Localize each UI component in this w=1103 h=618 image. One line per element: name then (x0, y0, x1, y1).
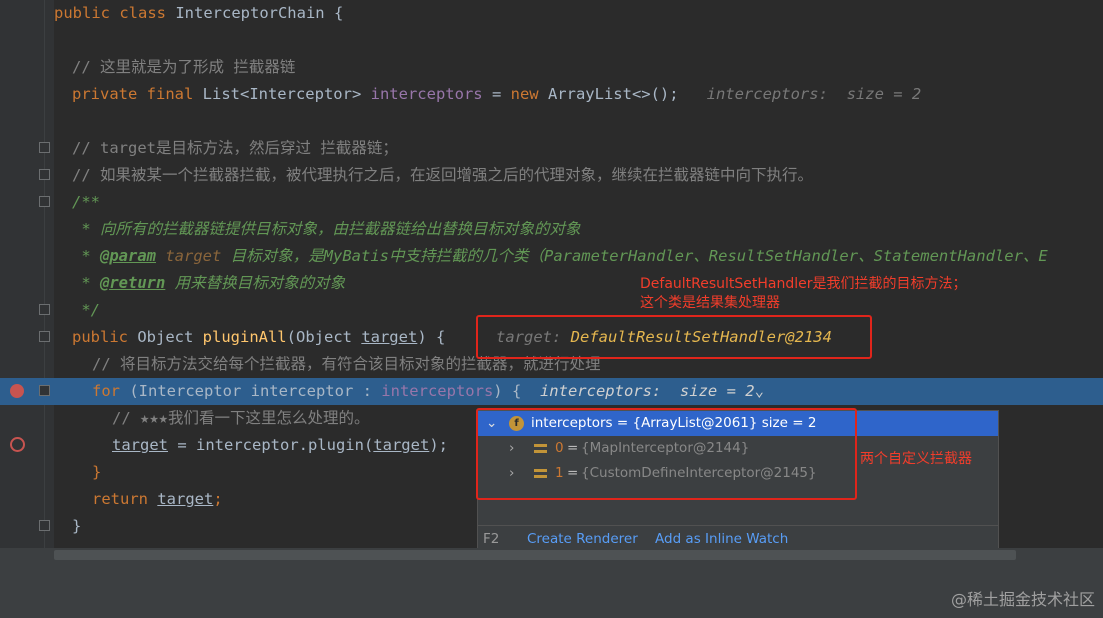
annotation-target-note-1: DefaultResultSetHandler是我们拦截的目标方法； (640, 276, 967, 292)
code-line: // target是目标方法，然后穿过 拦截器链； (72, 139, 398, 157)
code-line: public Object pluginAll(Object target) { (72, 328, 446, 346)
code-line: } (92, 463, 102, 481)
fold-marker[interactable] (39, 169, 50, 180)
inline-value-hint: interceptors: size = 2 (539, 382, 755, 400)
gutter-divider (44, 0, 45, 548)
horizontal-scrollbar[interactable] (54, 550, 1016, 560)
watermark: @稀土掘金技术社区 (950, 590, 1095, 609)
chevron-down-icon[interactable]: ⌄ (755, 382, 764, 400)
code-line: } (72, 517, 82, 535)
code-line: * @param target 目标对象，是MyBatis中支持拦截的几个类（P… (72, 247, 1048, 265)
annotation-box-target (476, 315, 872, 359)
code-line: private final List<Interceptor> intercep… (72, 85, 922, 103)
breakpoint-icon[interactable] (10, 437, 25, 452)
code-line: */ (72, 301, 100, 319)
code-line: return target; (92, 490, 223, 508)
annotation-interceptors-note: 两个自定义拦截器 (860, 451, 972, 467)
inline-value-hint: interceptors: size = 2 (706, 85, 922, 103)
code-line: public class InterceptorChain { (54, 4, 344, 22)
fold-marker[interactable] (39, 520, 50, 531)
code-line: * 向所有的拦截器链提供目标对象，由拦截器链给出替换目标对象的对象 (72, 220, 581, 238)
code-line: target = interceptor.plugin(target); (112, 436, 448, 454)
code-line: * @return 用来替换目标对象的对象 (72, 274, 346, 292)
code-line: // 如果被某一个拦截器拦截，被代理执行之后，在返回增强之后的代理对象，继续在拦… (72, 166, 813, 184)
fold-marker[interactable] (39, 385, 50, 396)
code-line: // 这里就是为了形成 拦截器链 (72, 58, 296, 76)
fold-marker[interactable] (39, 142, 50, 153)
fold-marker[interactable] (39, 196, 50, 207)
annotation-target-note-2: 这个类是结果集处理器 (640, 295, 780, 311)
fold-marker[interactable] (39, 304, 50, 315)
code-line-current: for (Interceptor interceptor : intercept… (92, 382, 764, 400)
code-line: /** (72, 193, 100, 211)
fold-marker[interactable] (39, 331, 50, 342)
code-line: // ★★★我们看一下这里怎么处理的。 (112, 409, 370, 427)
editor-gutter[interactable] (0, 0, 54, 548)
annotation-box-interceptors (476, 408, 857, 500)
breakpoint-icon[interactable] (10, 384, 24, 398)
